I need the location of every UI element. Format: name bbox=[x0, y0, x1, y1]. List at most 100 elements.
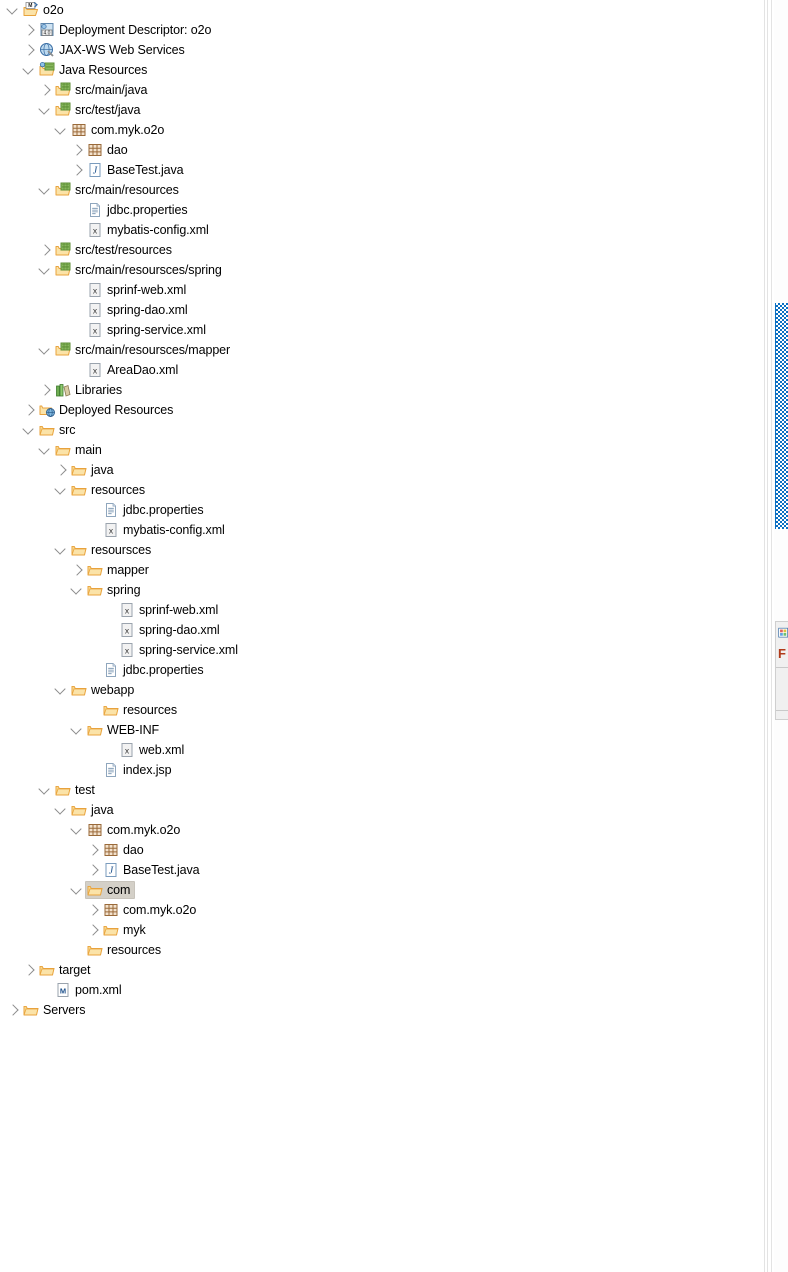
tree-item[interactable]: src/main/resources bbox=[53, 181, 184, 199]
chevron-down-icon[interactable] bbox=[37, 100, 53, 120]
chevron-right-icon[interactable] bbox=[21, 20, 37, 40]
tree-row[interactable]: jdbc.properties bbox=[0, 660, 762, 680]
tree-row[interactable]: Servers bbox=[0, 1000, 762, 1020]
tree-item[interactable]: src/test/resources bbox=[53, 241, 177, 259]
tree-row[interactable]: resoursces bbox=[0, 540, 762, 560]
tree-row[interactable]: x spring-service.xml bbox=[0, 320, 762, 340]
tree-item[interactable]: x spring-service.xml bbox=[117, 641, 243, 659]
tree-row[interactable]: Java Resources bbox=[0, 60, 762, 80]
tree-row[interactable]: M o2o bbox=[0, 0, 762, 20]
tree-row[interactable]: WEB-INF bbox=[0, 720, 762, 740]
tree-row[interactable]: webapp bbox=[0, 680, 762, 700]
vertical-scrollbar-thumb[interactable] bbox=[775, 303, 788, 529]
tree-item[interactable]: target bbox=[37, 961, 95, 979]
chevron-down-icon[interactable] bbox=[53, 480, 69, 500]
tree-row[interactable]: src/main/java bbox=[0, 80, 762, 100]
tree-row[interactable]: java bbox=[0, 800, 762, 820]
chevron-right-icon[interactable] bbox=[85, 860, 101, 880]
tree-row[interactable]: src/main/resoursces/spring bbox=[0, 260, 762, 280]
tree-row[interactable]: com.myk.o2o bbox=[0, 900, 762, 920]
tree-row[interactable]: Libraries bbox=[0, 380, 762, 400]
chevron-right-icon[interactable] bbox=[69, 140, 85, 160]
tree-item[interactable]: myk bbox=[101, 921, 151, 939]
chevron-down-icon[interactable] bbox=[69, 720, 85, 740]
tree-item[interactable]: Libraries bbox=[53, 381, 127, 399]
tree-row[interactable]: src/test/java bbox=[0, 100, 762, 120]
tree-row[interactable]: resources bbox=[0, 480, 762, 500]
tree-row[interactable]: x web.xml bbox=[0, 740, 762, 760]
tree-row[interactable]: resources bbox=[0, 700, 762, 720]
tree-row[interactable]: com.myk.o2o bbox=[0, 120, 762, 140]
tree-item[interactable]: java bbox=[69, 461, 119, 479]
chevron-right-icon[interactable] bbox=[5, 1000, 21, 1020]
chevron-right-icon[interactable] bbox=[69, 160, 85, 180]
tree-item[interactable]: Deployed Resources bbox=[37, 401, 178, 419]
tree-row[interactable]: src/test/resources bbox=[0, 240, 762, 260]
chevron-down-icon[interactable] bbox=[69, 820, 85, 840]
tree-item[interactable]: test bbox=[53, 781, 100, 799]
tree-item[interactable]: mapper bbox=[85, 561, 154, 579]
chevron-right-icon[interactable] bbox=[21, 400, 37, 420]
tree-row[interactable]: resources bbox=[0, 940, 762, 960]
tree-row[interactable]: J BaseTest.java bbox=[0, 160, 762, 180]
tree-item[interactable]: src bbox=[37, 421, 80, 439]
tree-item[interactable]: src/main/java bbox=[53, 81, 152, 99]
tree-item[interactable]: index.jsp bbox=[101, 761, 176, 779]
tree-row[interactable]: dao bbox=[0, 140, 762, 160]
tree-item[interactable]: com.myk.o2o bbox=[101, 901, 201, 919]
chevron-right-icon[interactable] bbox=[21, 960, 37, 980]
tree-item[interactable]: resources bbox=[101, 701, 182, 719]
tree-row[interactable]: spring bbox=[0, 580, 762, 600]
tree-item[interactable]: src/main/resoursces/spring bbox=[53, 261, 227, 279]
chevron-down-icon[interactable] bbox=[53, 120, 69, 140]
tree-item[interactable]: x spring-service.xml bbox=[85, 321, 211, 339]
chevron-right-icon[interactable] bbox=[21, 40, 37, 60]
tree-row[interactable]: src/main/resoursces/mapper bbox=[0, 340, 762, 360]
chevron-right-icon[interactable] bbox=[37, 240, 53, 260]
project-tree[interactable]: M o2o 4.0 Deployment Descriptor: o2o JAX… bbox=[0, 0, 762, 1272]
tree-item[interactable]: x AreaDao.xml bbox=[85, 361, 183, 379]
tree-row[interactable]: main bbox=[0, 440, 762, 460]
tree-row[interactable]: com.myk.o2o bbox=[0, 820, 762, 840]
tree-item[interactable]: webapp bbox=[69, 681, 139, 699]
tree-row[interactable]: J BaseTest.java bbox=[0, 860, 762, 880]
chevron-right-icon[interactable] bbox=[53, 460, 69, 480]
chevron-down-icon[interactable] bbox=[37, 180, 53, 200]
chevron-down-icon[interactable] bbox=[37, 780, 53, 800]
tree-item[interactable]: x mybatis-config.xml bbox=[85, 221, 214, 239]
chevron-down-icon[interactable] bbox=[53, 800, 69, 820]
chevron-down-icon[interactable] bbox=[37, 340, 53, 360]
chevron-down-icon[interactable] bbox=[69, 880, 85, 900]
tree-item[interactable]: src/test/java bbox=[53, 101, 145, 119]
tree-item[interactable]: dao bbox=[85, 141, 133, 159]
chevron-down-icon[interactable] bbox=[69, 580, 85, 600]
tree-item[interactable]: resources bbox=[69, 481, 150, 499]
tree-item[interactable]: com.myk.o2o bbox=[85, 821, 185, 839]
tree-row[interactable]: target bbox=[0, 960, 762, 980]
tree-row[interactable]: jdbc.properties bbox=[0, 200, 762, 220]
tree-item[interactable]: x sprinf-web.xml bbox=[117, 601, 223, 619]
tree-row[interactable]: x mybatis-config.xml bbox=[0, 520, 762, 540]
tree-row[interactable]: jdbc.properties bbox=[0, 500, 762, 520]
chevron-down-icon[interactable] bbox=[37, 440, 53, 460]
clipped-side-panel[interactable]: F bbox=[775, 621, 788, 720]
tree-row[interactable]: dao bbox=[0, 840, 762, 860]
tree-item[interactable]: 4.0 Deployment Descriptor: o2o bbox=[37, 21, 216, 39]
tree-item[interactable]: M pom.xml bbox=[53, 981, 127, 999]
tree-item[interactable]: WEB-INF bbox=[85, 721, 164, 739]
tree-item[interactable]: x sprinf-web.xml bbox=[85, 281, 191, 299]
tree-row[interactable]: x sprinf-web.xml bbox=[0, 280, 762, 300]
tree-row[interactable]: index.jsp bbox=[0, 760, 762, 780]
tree-row[interactable]: Deployed Resources bbox=[0, 400, 762, 420]
tree-item[interactable]: J BaseTest.java bbox=[101, 861, 205, 879]
tree-item[interactable]: x spring-dao.xml bbox=[117, 621, 225, 639]
tree-row[interactable]: x sprinf-web.xml bbox=[0, 600, 762, 620]
chevron-down-icon[interactable] bbox=[21, 420, 37, 440]
chevron-down-icon[interactable] bbox=[21, 60, 37, 80]
tree-row[interactable]: test bbox=[0, 780, 762, 800]
tree-item[interactable]: java bbox=[69, 801, 119, 819]
chevron-down-icon[interactable] bbox=[53, 680, 69, 700]
tree-item[interactable]: J BaseTest.java bbox=[85, 161, 189, 179]
chevron-right-icon[interactable] bbox=[37, 80, 53, 100]
tree-row[interactable]: src/main/resources bbox=[0, 180, 762, 200]
